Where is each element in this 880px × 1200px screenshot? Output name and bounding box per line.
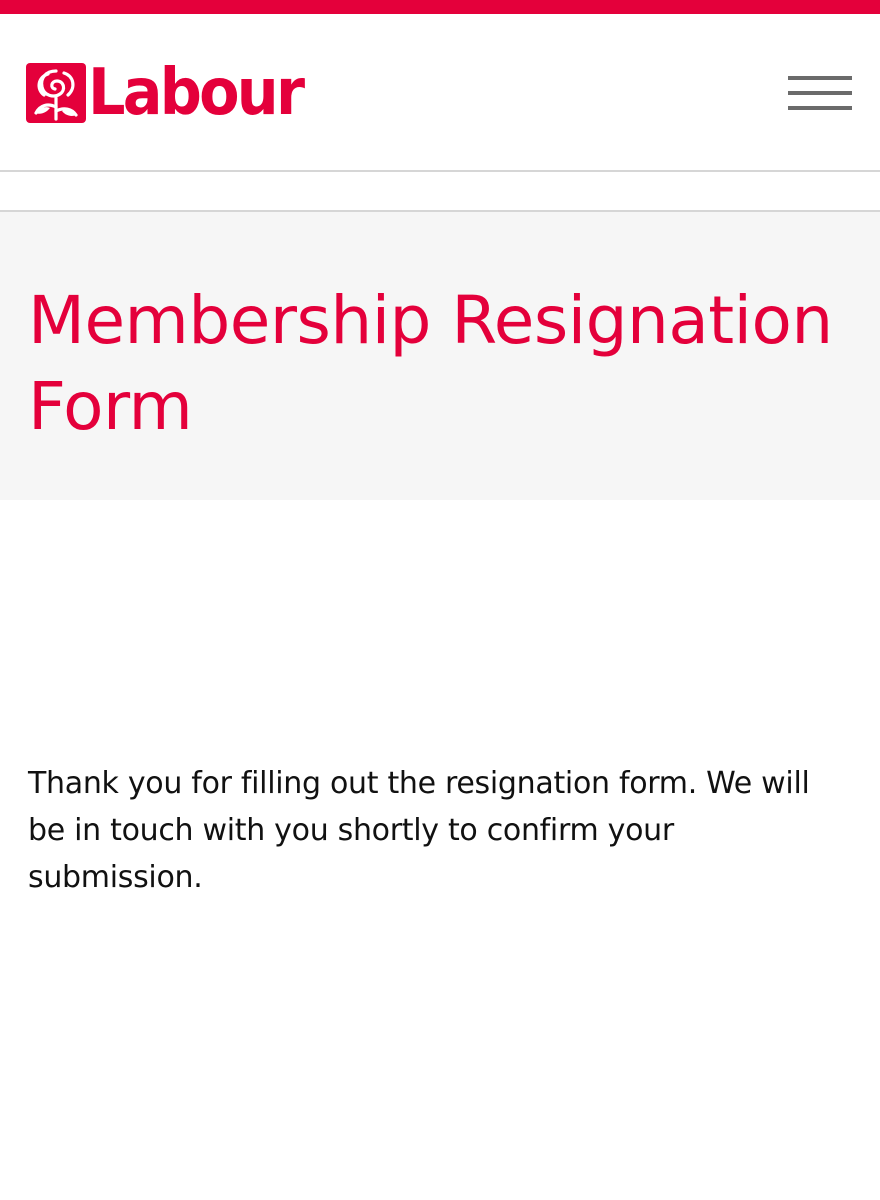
subnav-strip bbox=[0, 174, 880, 212]
top-accent-bar bbox=[0, 0, 880, 14]
page-title: Membership Resignation Form bbox=[28, 282, 833, 445]
hamburger-menu-icon[interactable] bbox=[788, 74, 852, 114]
page-hero: Membership Resignation Form bbox=[0, 212, 880, 500]
brand-name: Labour bbox=[88, 56, 305, 130]
menu-line bbox=[788, 76, 852, 80]
site-header: Labour bbox=[0, 14, 880, 172]
menu-line bbox=[788, 106, 852, 110]
menu-line bbox=[788, 91, 852, 95]
labour-logo-link[interactable]: Labour bbox=[26, 56, 321, 130]
rose-icon bbox=[26, 63, 86, 123]
confirmation-message: Thank you for filling out the resignatio… bbox=[28, 766, 810, 895]
main-content: Thank you for filling out the resignatio… bbox=[28, 760, 838, 901]
